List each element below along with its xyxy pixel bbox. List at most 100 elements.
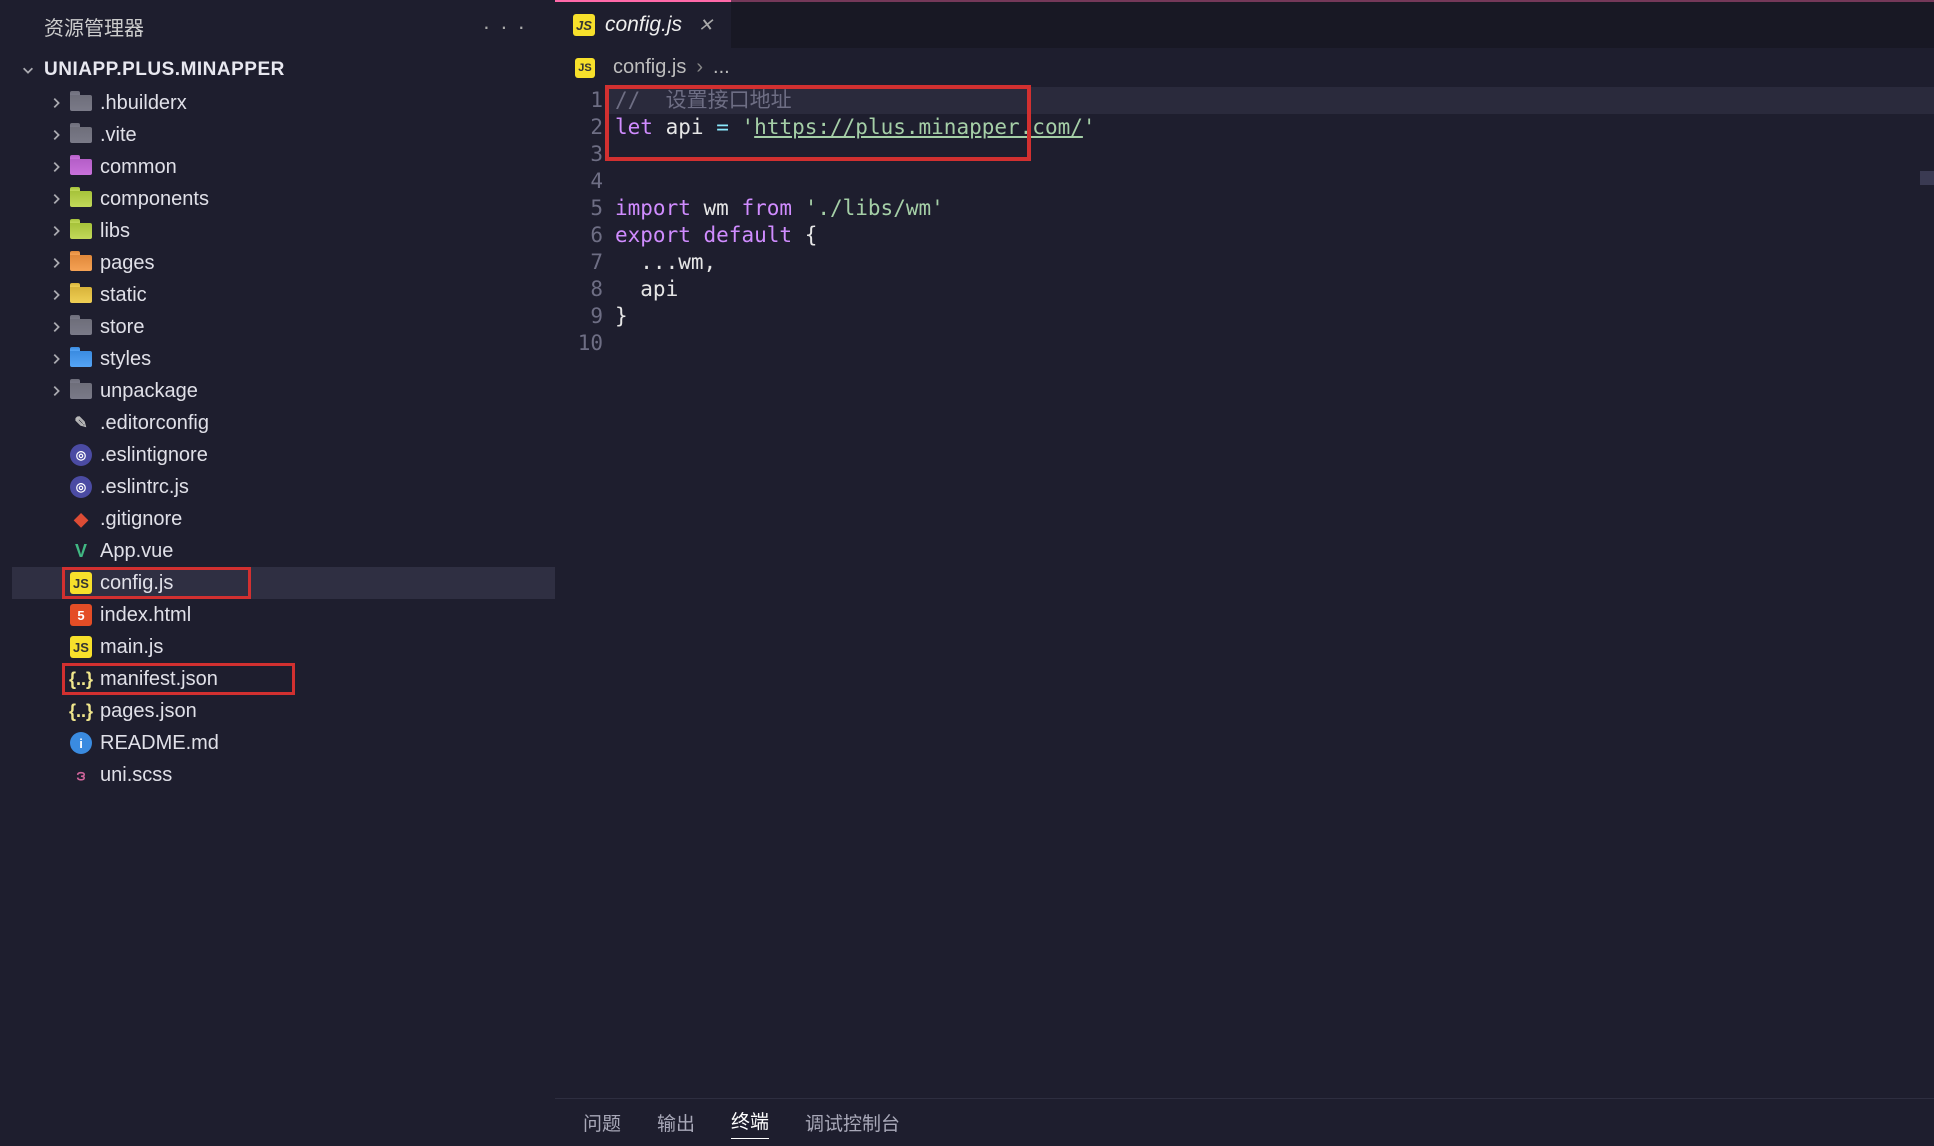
tree-item-label: README.md xyxy=(100,732,219,755)
tree-folder-common[interactable]: common xyxy=(12,151,555,183)
tree-file-config.js[interactable]: JS config.js xyxy=(12,567,555,599)
folder-icon xyxy=(70,92,92,114)
tree-file-.eslintrc.js[interactable]: ◎.eslintrc.js xyxy=(12,471,555,503)
folder-icon xyxy=(70,316,92,338)
html-icon: 5 xyxy=(70,604,92,626)
minimap-scrollbar[interactable] xyxy=(1920,171,1934,185)
tree-item-label: manifest.json xyxy=(100,668,218,691)
json-icon: {..} xyxy=(70,668,92,690)
chevron-right-icon xyxy=(48,351,64,367)
line-number-1: 1 xyxy=(555,87,603,114)
tab-label: config.js xyxy=(605,13,682,37)
tree-file-.gitignore[interactable]: ◆.gitignore xyxy=(12,503,555,535)
line-number-5: 5 xyxy=(555,195,603,222)
tree-folder-.vite[interactable]: .vite xyxy=(12,119,555,151)
tree-item-label: App.vue xyxy=(100,540,173,563)
sass-icon: ဒ xyxy=(70,764,92,786)
tree-folder-unpackage[interactable]: unpackage xyxy=(12,375,555,407)
chevron-right-icon xyxy=(48,223,64,239)
tree-item-label: components xyxy=(100,188,209,211)
chevron-right-icon xyxy=(48,287,64,303)
tree-folder-.hbuilderx[interactable]: .hbuilderx xyxy=(12,87,555,119)
folder-icon xyxy=(70,156,92,178)
panel-tab-2[interactable]: 终端 xyxy=(731,1107,769,1139)
tree-folder-components[interactable]: components xyxy=(12,183,555,215)
line-number-7: 7 xyxy=(555,249,603,276)
chevron-right-icon xyxy=(48,319,64,335)
chevron-right-icon xyxy=(48,127,64,143)
code-content[interactable]: // 设置接口地址 let api = 'https://plus.minapp… xyxy=(615,87,1934,1098)
tree-file-pages.json[interactable]: {..}pages.json xyxy=(12,695,555,727)
tree-folder-pages[interactable]: pages xyxy=(12,247,555,279)
line-number-2: 2 xyxy=(555,114,603,141)
tree-item-label: .gitignore xyxy=(100,508,182,531)
line-number-10: 10 xyxy=(555,330,603,357)
editor-pane: JS config.js ✕ JS config.js › ... 123456… xyxy=(555,0,1934,1146)
explorer-more-icon[interactable]: · · · xyxy=(483,14,535,40)
folder-icon xyxy=(70,124,92,146)
breadcrumb-file: config.js xyxy=(613,56,686,79)
tree-file-README.md[interactable]: iREADME.md xyxy=(12,727,555,759)
tree-item-label: store xyxy=(100,316,144,339)
breadcrumb[interactable]: JS config.js › ... xyxy=(555,48,1934,85)
tree-folder-libs[interactable]: libs xyxy=(12,215,555,247)
tree-file-main.js[interactable]: JSmain.js xyxy=(12,631,555,663)
code-line-2: let api = 'https://plus.minapper.com/' xyxy=(615,114,1934,141)
tree-folder-store[interactable]: store xyxy=(12,311,555,343)
tree-item-label: .vite xyxy=(100,124,137,147)
code-area[interactable]: 12345678910 // 设置接口地址 let api = 'https:/… xyxy=(555,85,1934,1098)
panel-tab-0[interactable]: 问题 xyxy=(583,1109,621,1136)
folder-icon xyxy=(70,252,92,274)
file-tree: .hbuilderx .vite common components libs pages… xyxy=(12,87,555,791)
tree-folder-static[interactable]: static xyxy=(12,279,555,311)
code-line-8: api xyxy=(615,276,1934,303)
code-line-10 xyxy=(615,330,1934,357)
panel-tab-3[interactable]: 调试控制台 xyxy=(805,1109,900,1136)
chevron-down-icon xyxy=(20,62,36,78)
code-line-7: ...wm, xyxy=(615,249,1934,276)
tree-file-App.vue[interactable]: VApp.vue xyxy=(12,535,555,567)
chevron-right-icon xyxy=(48,255,64,271)
tree-item-label: .eslintignore xyxy=(100,444,208,467)
tree-item-label: pages xyxy=(100,252,155,275)
line-number-9: 9 xyxy=(555,303,603,330)
folder-icon xyxy=(70,284,92,306)
tab-config-js[interactable]: JS config.js ✕ xyxy=(555,0,731,48)
chevron-right-icon xyxy=(48,95,64,111)
code-line-1: // 设置接口地址 xyxy=(615,88,792,112)
project-name: UNIAPP.PLUS.MINAPPER xyxy=(44,59,285,81)
line-number-4: 4 xyxy=(555,168,603,195)
line-number-gutter: 12345678910 xyxy=(555,87,615,1098)
tree-item-label: main.js xyxy=(100,636,163,659)
tree-folder-styles[interactable]: styles xyxy=(12,343,555,375)
folder-icon xyxy=(70,348,92,370)
tree-item-label: index.html xyxy=(100,604,191,627)
close-icon[interactable]: ✕ xyxy=(698,15,713,36)
tree-file-uni.scss[interactable]: ဒuni.scss xyxy=(12,759,555,791)
line-number-6: 6 xyxy=(555,222,603,249)
tree-file-.eslintignore[interactable]: ◎.eslintignore xyxy=(12,439,555,471)
folder-icon xyxy=(70,380,92,402)
tree-file-index.html[interactable]: 5 index.html xyxy=(12,599,555,631)
code-line-4 xyxy=(615,168,1934,195)
tree-file-manifest.json[interactable]: {..} manifest.json xyxy=(12,663,555,695)
js-icon: JS xyxy=(575,58,595,78)
folder-icon xyxy=(70,188,92,210)
line-number-3: 3 xyxy=(555,141,603,168)
tree-item-label: libs xyxy=(100,220,130,243)
js-icon: JS xyxy=(573,14,595,36)
project-root-toggle[interactable]: UNIAPP.PLUS.MINAPPER xyxy=(12,53,555,87)
code-line-5: import wm from './libs/wm' xyxy=(615,195,1934,222)
panel-tab-1[interactable]: 输出 xyxy=(657,1109,695,1136)
folder-icon xyxy=(70,220,92,242)
chevron-right-icon xyxy=(48,191,64,207)
tree-file-.editorconfig[interactable]: ✎.editorconfig xyxy=(12,407,555,439)
panel-tabs: 问题 输出 终端 调试控制台 xyxy=(555,1098,1934,1146)
code-line-9: } xyxy=(615,303,1934,330)
js-icon: JS xyxy=(70,572,92,594)
chevron-right-icon: › xyxy=(696,56,703,79)
tree-item-label: static xyxy=(100,284,147,307)
chevron-right-icon xyxy=(48,383,64,399)
breadcrumb-rest: ... xyxy=(713,56,730,79)
tree-item-label: config.js xyxy=(100,572,173,595)
